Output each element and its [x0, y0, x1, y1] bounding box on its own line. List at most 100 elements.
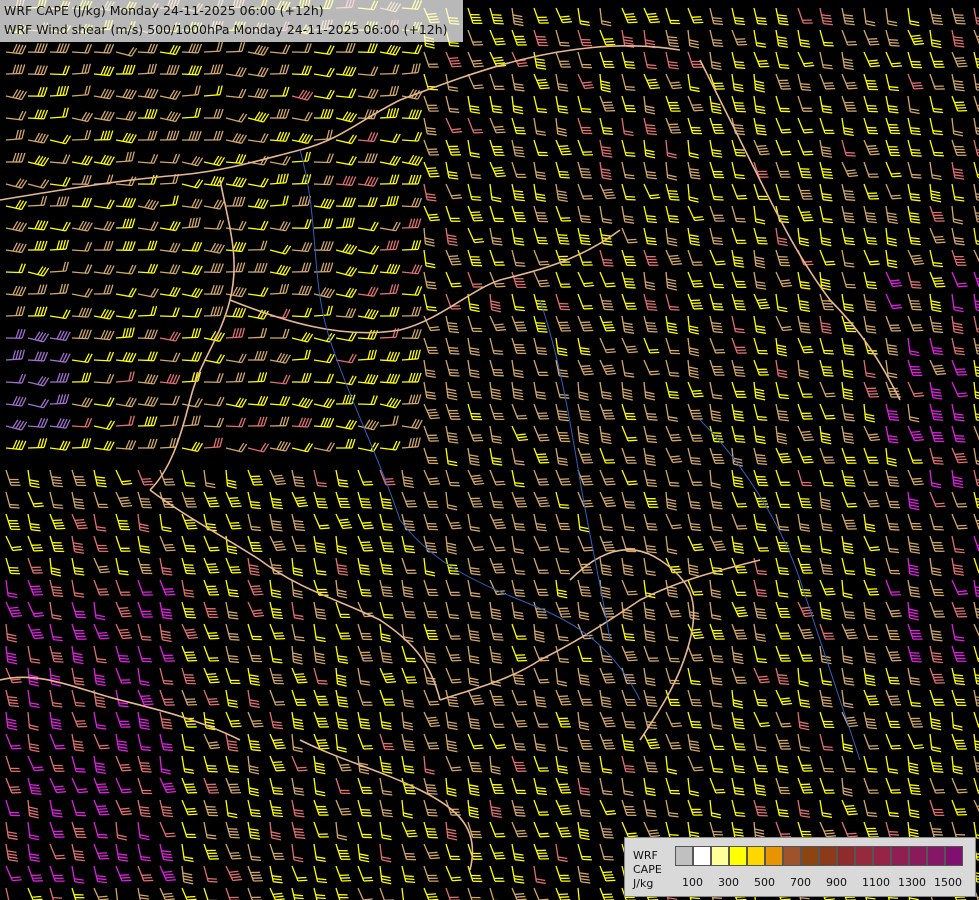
wind-barb	[291, 557, 304, 577]
wind-barb	[775, 777, 791, 795]
cape-legend: WRF CAPE J/kg 100 300 500 700 900 1100 1300 150…	[624, 837, 976, 897]
wind-barb	[973, 623, 979, 639]
wind-barb	[467, 183, 482, 201]
wind-barb	[203, 491, 220, 508]
wind-barb	[643, 117, 658, 136]
wind-barb	[27, 43, 48, 54]
wind-barb	[797, 733, 811, 752]
wind-barb	[247, 623, 263, 641]
wind-barb	[973, 205, 979, 224]
wind-barb	[313, 287, 336, 299]
wind-barb	[709, 645, 724, 663]
wind-barb	[49, 43, 70, 54]
wind-barbs-layer	[5, 0, 979, 900]
wind-barb	[379, 821, 392, 841]
wind-barb	[775, 359, 788, 379]
wind-barb	[115, 799, 132, 816]
wind-barb	[159, 415, 180, 427]
wind-barb	[511, 205, 527, 223]
wind-barb	[159, 373, 181, 385]
wind-barb	[137, 63, 158, 75]
wind-barb	[203, 130, 224, 141]
wind-barb	[973, 227, 979, 247]
wind-barb	[247, 372, 268, 383]
wind-barb	[665, 645, 680, 663]
wind-barb	[731, 777, 745, 796]
wind-barb	[313, 799, 329, 816]
wind-barb	[687, 711, 702, 729]
wind-barb	[907, 557, 920, 577]
wind-barb	[401, 557, 417, 574]
wind-barb	[269, 244, 292, 255]
wind-barb	[225, 196, 246, 207]
wind-barb	[159, 623, 172, 643]
wind-barb	[181, 217, 201, 229]
wind-barb	[181, 799, 198, 816]
wind-barb	[907, 249, 925, 266]
wind-barb	[489, 733, 507, 750]
wind-barb	[775, 491, 791, 509]
wind-barb	[907, 271, 922, 289]
wind-barb	[841, 73, 858, 90]
wind-barb	[489, 689, 505, 706]
wind-barb	[819, 601, 832, 621]
wind-barb	[379, 195, 400, 207]
wind-barb	[819, 645, 832, 665]
wind-barb	[27, 799, 39, 819]
wind-barb	[401, 218, 422, 229]
legend-swatch	[927, 846, 945, 866]
wind-barb	[291, 262, 312, 273]
wind-barb	[291, 442, 314, 453]
wind-barb	[71, 307, 93, 318]
wind-barb	[929, 755, 944, 773]
wind-barb	[159, 469, 175, 486]
wind-barb	[291, 799, 305, 818]
wind-barb	[5, 328, 26, 339]
wind-barb	[533, 7, 549, 24]
wind-barb	[621, 7, 638, 24]
wind-barb	[445, 843, 461, 861]
wind-barb	[181, 441, 204, 453]
legend-title-cape: CAPE	[633, 863, 662, 876]
wind-barb	[643, 359, 660, 376]
wind-barb	[863, 623, 879, 641]
wind-barb	[401, 733, 416, 752]
wind-barb	[907, 777, 922, 796]
wind-barb	[467, 733, 484, 750]
wind-barb	[269, 173, 289, 185]
wind-barb	[863, 711, 877, 730]
wind-barb	[115, 264, 137, 275]
wind-barb	[621, 579, 638, 596]
wind-barb	[863, 139, 880, 156]
wind-barb	[511, 249, 526, 267]
wind-barb	[621, 183, 636, 201]
wind-barb	[313, 175, 334, 186]
wind-barb	[533, 271, 550, 288]
wind-barb	[313, 777, 326, 797]
wind-barb	[753, 469, 769, 487]
wind-barb	[313, 218, 334, 229]
wind-barb	[27, 821, 40, 841]
wind-barb	[225, 132, 248, 144]
wind-barb	[489, 821, 506, 838]
wind-barb	[577, 183, 594, 200]
wind-barb	[489, 447, 503, 466]
wind-barb	[357, 197, 378, 208]
wind-barb	[247, 667, 261, 686]
wind-barb	[203, 865, 218, 883]
wind-barb	[599, 865, 616, 882]
wind-barb	[643, 469, 658, 488]
wind-barb	[203, 557, 220, 574]
wind-barb	[5, 242, 27, 254]
wind-barb	[665, 73, 683, 90]
wind-barb	[643, 755, 658, 773]
wind-barb	[49, 689, 63, 708]
wind-barb	[709, 799, 722, 819]
wind-barb	[753, 755, 768, 773]
wind-barb	[951, 447, 968, 464]
wind-barb	[335, 557, 349, 576]
wind-barb	[379, 373, 401, 384]
wind-barb	[665, 249, 683, 266]
wind-barb	[423, 887, 439, 900]
wind-barb	[27, 398, 50, 409]
